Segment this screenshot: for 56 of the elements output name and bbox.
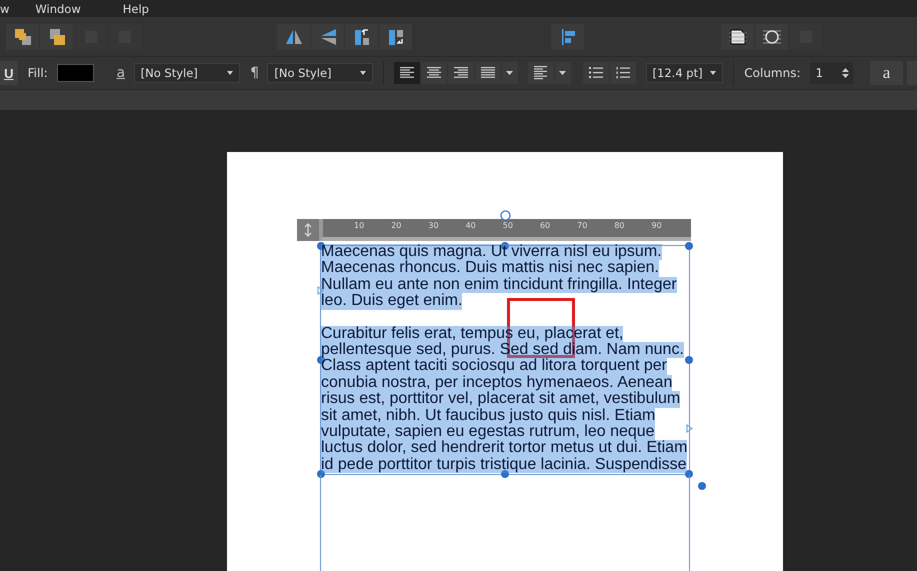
toolbar-button[interactable] xyxy=(721,24,754,50)
ruler-label: 50 xyxy=(502,220,513,232)
vertical-align-button[interactable] xyxy=(528,62,554,84)
paragraph-style-dropdown[interactable]: [No Style] xyxy=(267,63,373,83)
menu-item[interactable]: Window xyxy=(35,2,81,16)
ruler-label: 60 xyxy=(540,220,550,232)
menu-item[interactable]: Help xyxy=(122,2,149,16)
leading-dropdown[interactable]: [12.4 pt] xyxy=(646,63,724,83)
align-right-button[interactable] xyxy=(448,62,474,84)
character-style-icon: a xyxy=(110,65,132,81)
page-wrap-icon xyxy=(728,26,748,46)
dropdown-button[interactable] xyxy=(502,62,518,84)
ruler-label: 90 xyxy=(652,220,662,232)
caret-icon xyxy=(506,71,514,75)
resize-handle[interactable] xyxy=(317,470,325,478)
layers-icon xyxy=(12,26,32,46)
character-style-dropdown[interactable]: [No Style] xyxy=(134,63,240,83)
ruler-label: 20 xyxy=(391,220,402,232)
caret-icon xyxy=(559,71,566,75)
align-center-button[interactable] xyxy=(420,62,447,84)
spinner-arrows-icon xyxy=(842,67,849,79)
paragraph: Maecenas quis magna. Ut viverra nisl eu ipsum. Maecenas rhoncus. Duis mattis nisi nec sapien. Nullam eu ante non enim tincidunt fringilla. Integer leo. Duis eget enim. xyxy=(321,244,678,310)
fill-swatch[interactable] xyxy=(56,64,94,82)
resize-handle[interactable] xyxy=(685,242,693,250)
fill-label: Fill: xyxy=(28,66,48,80)
justify-button[interactable] xyxy=(474,62,501,84)
numbered-list-icon xyxy=(616,67,630,79)
numbered-list-button[interactable] xyxy=(610,62,636,84)
paragraph-style-icon: ¶ xyxy=(244,65,266,81)
columns-field[interactable]: 1 xyxy=(810,62,853,84)
ruler-label: 70 xyxy=(577,220,588,232)
bullet-list-button[interactable] xyxy=(582,62,609,84)
vertical-arrows-icon xyxy=(304,223,312,237)
rotation-handle[interactable] xyxy=(500,210,511,221)
text-align-icon xyxy=(454,67,468,79)
ruler-label: 40 xyxy=(466,220,476,232)
ruler-label: 10 xyxy=(354,220,364,232)
columns-label: Columns: xyxy=(744,66,801,80)
text-ruler[interactable]: 10 20 30 40 50 60 70 80 90 xyxy=(320,219,691,241)
resize-handle[interactable] xyxy=(685,356,693,364)
underline-button[interactable]: U xyxy=(0,61,18,85)
indent-marker-icon[interactable] xyxy=(317,286,324,295)
dropdown-button[interactable] xyxy=(554,62,571,84)
toolbar-button[interactable] xyxy=(755,24,788,50)
text-align-icon xyxy=(400,67,414,79)
ruler-handle[interactable] xyxy=(297,219,320,241)
bullet-list-icon xyxy=(588,67,603,79)
ruler-label: 80 xyxy=(614,220,624,232)
ruler-label: 30 xyxy=(428,220,439,232)
indent-marker-icon[interactable] xyxy=(686,424,693,433)
typography-button[interactable]: a xyxy=(870,61,904,85)
text-align-icon xyxy=(426,67,441,79)
align-left-button[interactable] xyxy=(394,62,420,84)
text-align-icon xyxy=(480,67,495,79)
menu-item[interactable]: w xyxy=(0,2,10,16)
text-lines-icon xyxy=(534,66,548,80)
